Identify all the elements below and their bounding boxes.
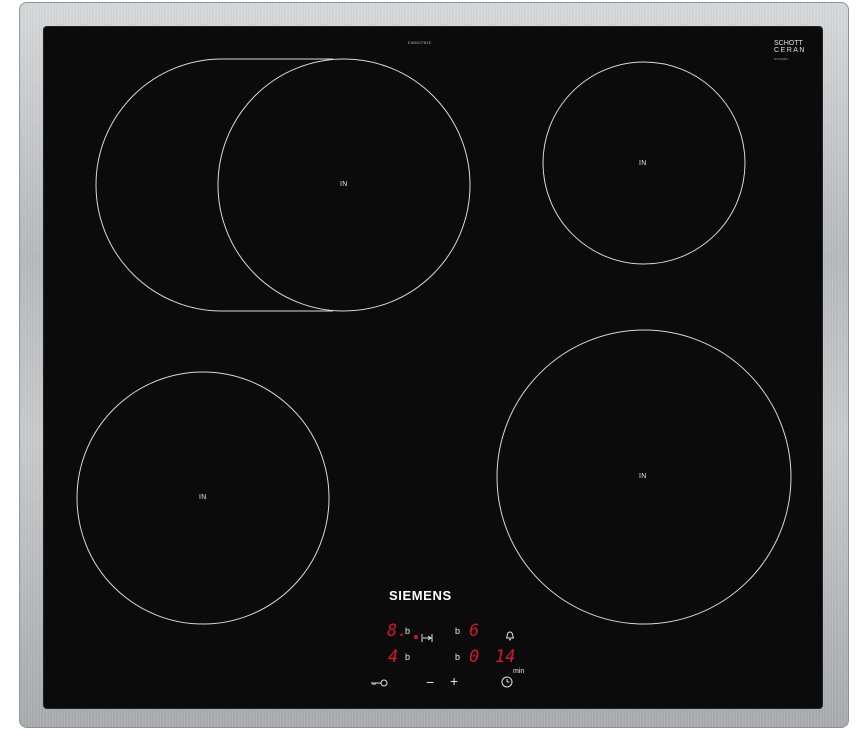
minus-button[interactable]: − (426, 675, 434, 689)
plus-button[interactable]: + (450, 674, 458, 688)
timer-unit-label: min (513, 668, 525, 675)
clock-icon[interactable] (501, 676, 513, 688)
hob-frame: EI645CFB1E SCHOTT CERAN N07209B1 IN IN I… (19, 2, 849, 728)
timer-display: 14 (495, 647, 516, 667)
rear-left-extension-outline (95, 58, 333, 312)
front-right-power-level[interactable]: 0 (469, 649, 479, 666)
zones-svg (76, 58, 792, 625)
rear-right-zone-label: IN (639, 160, 647, 167)
ceramic-glass-panel: EI645CFB1E SCHOTT CERAN N07209B1 IN IN I… (44, 27, 822, 708)
key-lock-icon[interactable] (370, 678, 388, 688)
bell-icon[interactable] (505, 630, 515, 641)
rear-left-zone-label: IN (340, 181, 348, 188)
rear-right-boost-indicator: b (455, 626, 461, 636)
front-right-zone-label: IN (639, 473, 647, 480)
front-left-zone-label: IN (199, 494, 207, 501)
rear-left-boost-indicator: b (405, 626, 411, 636)
front-left-power-level[interactable]: 4 (388, 649, 398, 666)
front-left-boost-indicator: b (405, 652, 411, 662)
front-right-boost-indicator: b (455, 652, 461, 662)
brand-logo: SIEMENS (389, 588, 452, 603)
active-zone-dot (414, 635, 418, 639)
bridge-icon[interactable] (421, 633, 433, 643)
rear-right-power-level[interactable]: 6 (469, 623, 479, 640)
